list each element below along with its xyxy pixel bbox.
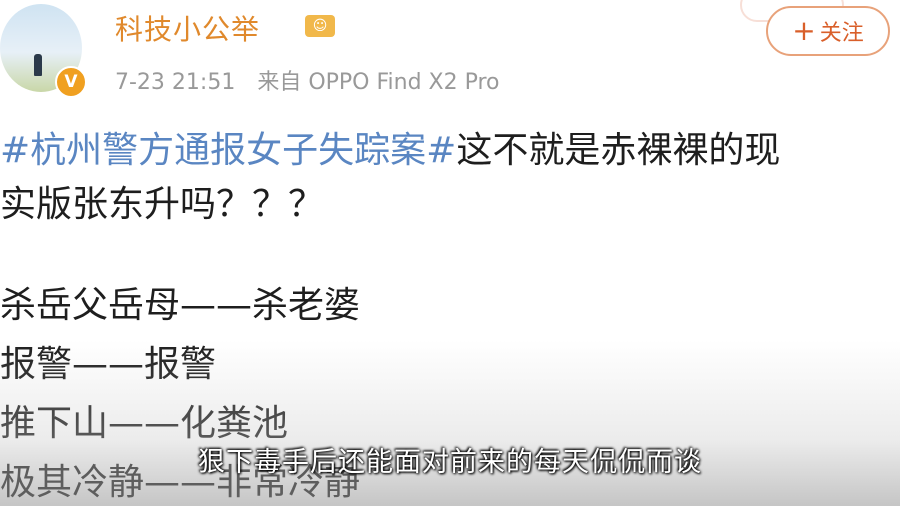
list-item: 杀岳父岳母——杀老婆	[0, 285, 361, 326]
username[interactable]: 科技小公举	[115, 8, 260, 48]
timestamp: 7-23 21:51	[115, 70, 236, 95]
verified-badge-icon: V	[55, 66, 87, 98]
follow-button[interactable]: + 关注	[766, 6, 890, 56]
fan-level-icon: ☺	[305, 15, 335, 37]
plus-icon: +	[792, 14, 816, 47]
topic-link[interactable]: #杭州警方通报女子失踪案#	[0, 130, 456, 171]
avatar-figure	[34, 54, 42, 76]
post-line-1: #杭州警方通报女子失踪案#这不就是赤裸裸的现	[0, 124, 880, 178]
video-subtitle: 狠下毒手后还能面对前来的每天侃侃而谈	[198, 447, 702, 478]
post-source: 来自 OPPO Find X2 Pro	[257, 70, 500, 95]
post-text-1: 这不就是赤裸裸的现	[456, 130, 781, 171]
list-item: 报警——报警	[0, 344, 217, 385]
follow-label: 关注	[819, 21, 864, 46]
post-meta: 7-23 21:51 来自 OPPO Find X2 Pro	[115, 64, 500, 96]
post-line-2: 实版张东升吗？？？	[0, 184, 325, 225]
